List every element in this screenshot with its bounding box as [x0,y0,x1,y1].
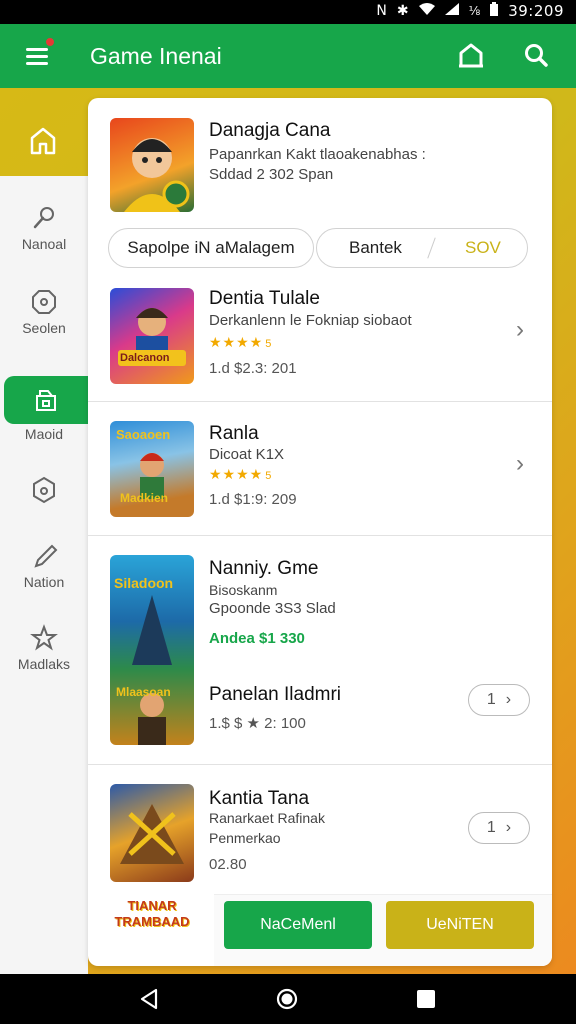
home-outline-icon [30,127,56,155]
home-icon [459,43,483,68]
sidebar-item-maoid[interactable] [4,376,88,424]
game-extra-title: Panelan Iladmri [209,684,342,705]
rating-stars: ★★★★ 5 [209,466,273,482]
sidebar-item-label: Nation [23,574,65,590]
game-art-title: Saoaoen [116,427,171,442]
primary-action-button[interactable]: NaCeMenl [224,901,372,949]
game-art-subtitle: Madkien [120,491,169,505]
status-time: 39:209 [508,2,564,20]
search-button[interactable] [520,40,552,72]
game-price: 1.d $2.3: 201 [209,360,297,377]
search-icon [525,44,548,67]
game-price-highlight: Andea $1 330 [209,630,305,647]
status-bar: N ✱ ⅛ 39:209 [0,0,576,24]
chevron-right-icon: › [505,691,512,708]
sidebar-item-shield[interactable] [0,476,88,546]
system-nav-bar [0,974,576,1024]
secondary-action-button[interactable]: UeNiTEN [386,901,534,949]
sidebar-item-nation[interactable]: Nation [0,542,88,612]
octagon-icon [32,290,56,314]
game-art-title: Dalcanon [120,352,170,364]
game-subtitle-2: Gpoonde 3S3 Slad [209,600,336,617]
game-art-title: Siladoon [114,575,174,591]
pill-divider [427,237,436,259]
game-price: 02.80 [209,856,247,873]
brush-icon [34,544,58,568]
game-thumbnail[interactable] [110,784,194,882]
home-circle-icon[interactable] [276,988,298,1010]
bluetooth-icon: ✱ [396,3,409,19]
game-subtitle: Bisoskanm [209,582,278,598]
chevron-right-icon: › [505,819,512,836]
featured-game-thumbnail[interactable] [110,118,194,212]
featured-description: Papanrkan Kakt tlaoakenabhas : [209,146,426,163]
back-icon[interactable] [138,988,160,1010]
sidebar-item-label-maoid: Maoid [24,426,64,442]
home-button[interactable] [455,40,487,72]
sidebar-item-label: Nanoal [21,236,67,252]
filter-pill-sov[interactable]: SOV [465,238,501,258]
racket-icon [33,207,54,229]
primary-action-label: NaCeMenl [260,916,336,933]
quantity-value: 1 [486,691,496,708]
sidebar-item-nanoal[interactable]: Nanoal [0,204,88,274]
game-thumbnail[interactable]: Dalcanon [110,288,194,384]
sidebar-home-tab[interactable] [0,88,88,176]
quantity-stepper[interactable]: 1 › [468,812,530,844]
divider [88,764,552,765]
filter-pill-primary-label: Sapolpe iN aMalagem [127,238,295,257]
featured-title: Danagja Cana [209,120,331,141]
quantity-stepper[interactable]: 1 › [468,684,530,716]
sidebar-item-seolen[interactable]: Seolen [0,288,88,358]
wifi-icon [418,3,435,19]
game-extra-price: 1.$ $ ★ 2: 100 [209,715,306,732]
content-card: Danagja Cana Papanrkan Kakt tlaoakenabha… [88,98,552,966]
filter-pill-group: Bantek SOV [316,228,528,268]
game-price: 1.d $1:9: 209 [209,491,297,508]
game-title: Kantia Tana [209,788,310,809]
battery-label: ⅛ [468,4,481,18]
divider [88,401,552,402]
filter-pill-primary[interactable]: Sapolpe iN aMalagem [108,228,314,268]
store-icon [36,390,56,411]
star-icon [30,624,58,651]
app-title: Game Inenai [90,43,222,69]
footer-logo: TIANAR TRAMBAAD [114,898,190,929]
game-thumbnail[interactable]: Siladoon Mlaasoan [110,555,194,745]
game-title: Nanniy. Gme [209,558,319,579]
game-title: Ranla [209,423,259,444]
game-title: Dentia Tulale [209,288,320,309]
game-art-subtitle: Mlaasoan [116,685,171,699]
secondary-action-label: UeNiTEN [426,916,494,933]
quantity-value: 1 [486,819,496,836]
shield-icon [33,476,55,504]
sidebar: Nanoal Seolen Maoid Nation Madlaks [0,176,88,974]
sidebar-item-label: Madlaks [17,656,71,672]
menu-button[interactable] [22,36,56,70]
game-thumbnail[interactable]: Saoaoen Madkien [110,421,194,517]
nfc-icon: N [376,3,387,19]
chevron-right-icon[interactable]: › [516,450,524,478]
app-bar: Game Inenai [0,24,576,88]
game-subtitle: Ranarkaet Rafinak [209,810,325,826]
rating-stars: ★★★★ 5 [209,334,273,350]
chevron-right-icon[interactable]: › [516,316,524,344]
game-subtitle-2: Penmerkao [209,830,281,846]
filter-pill-bantek[interactable]: Bantek [349,238,402,258]
recents-icon[interactable] [416,989,436,1009]
featured-meta: Sddad 2 302 Span [209,166,334,183]
battery-icon [490,2,499,20]
signal-icon [444,3,459,19]
sidebar-item-madlaks[interactable]: Madlaks [0,624,88,694]
game-subtitle: Dicoat K1X [209,446,285,463]
game-subtitle: Derkanlenn le Fokniap siobaot [209,312,412,329]
sidebar-item-label: Seolen [22,320,66,336]
divider [88,535,552,536]
notification-badge [44,36,56,48]
